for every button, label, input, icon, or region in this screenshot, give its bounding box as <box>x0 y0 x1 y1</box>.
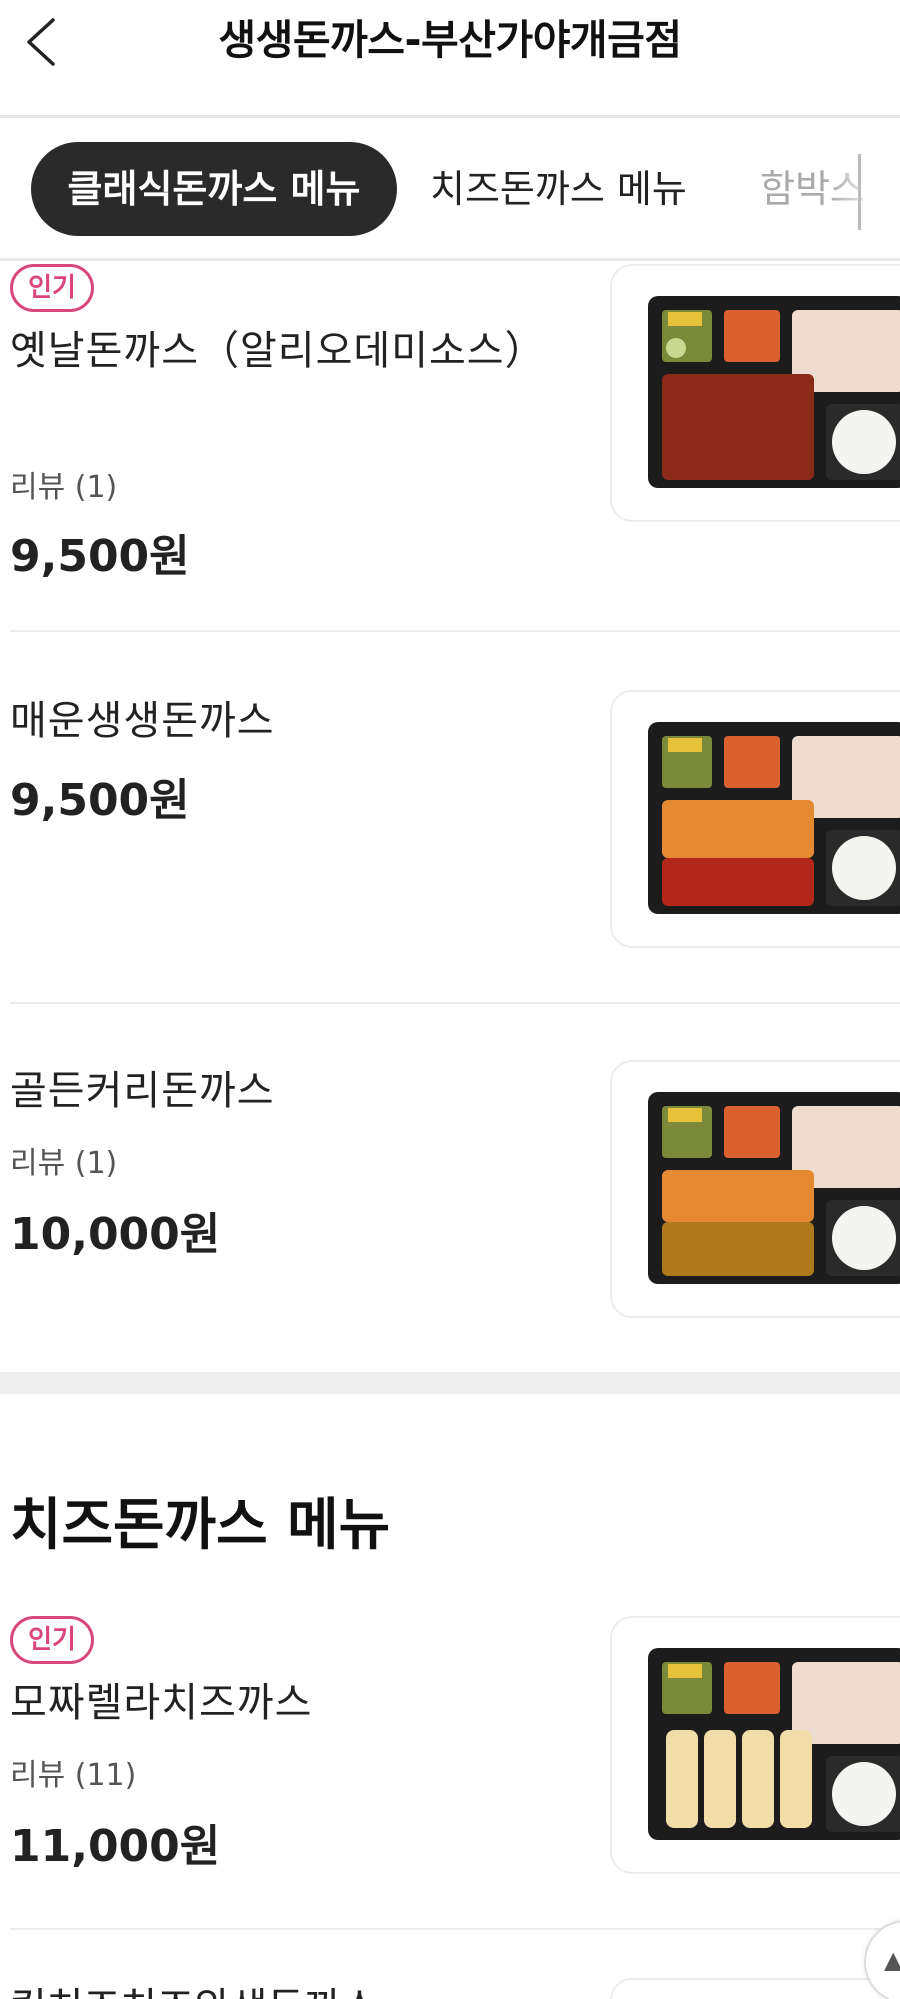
popular-badge: 인기 <box>10 1616 94 1664</box>
category-tabs: 클래식돈까스 메뉴 치즈돈까스 메뉴 함박스 <box>0 118 900 261</box>
tab-cheese[interactable]: 치즈돈까스 메뉴 <box>430 142 687 236</box>
chevron-left-icon <box>27 18 55 66</box>
item-name: 모짜렐라치즈까스 <box>10 1680 313 1726</box>
item-image <box>610 1060 900 1318</box>
item-price: 9,500원 <box>10 531 190 582</box>
item-divider <box>10 1928 900 1930</box>
popular-badge: 인기 <box>10 264 94 312</box>
item-price: 9,500원 <box>10 775 190 826</box>
item-name: 골든커리돈까스 <box>10 1068 275 1114</box>
tab-divider <box>858 154 861 230</box>
item-name: 옛날돈까스（알리오데미소스） <box>10 328 546 374</box>
header-bar: 생생돈까스-부산가야개금점 <box>0 0 900 118</box>
item-image <box>610 264 900 522</box>
tab-fade <box>830 118 900 258</box>
item-name: 매운생생돈까스 <box>10 698 275 744</box>
menu-item[interactable]: 골든커리돈까스 리뷰 (1) 10,000원 <box>0 1002 900 1372</box>
item-image <box>610 1616 900 1874</box>
section-separator <box>0 1372 900 1394</box>
menu-item[interactable]: 매운생생돈까스 9,500원 <box>0 632 900 1004</box>
page-title: 생생돈까스-부산가야개금점 <box>218 16 682 64</box>
back-button[interactable] <box>10 12 70 72</box>
section-title: 치즈돈까스 메뉴 <box>10 1493 391 1558</box>
menu-page: 생생돈까스-부산가야개금점 클래식돈까스 메뉴 치즈돈까스 메뉴 함박스 인기 … <box>0 0 900 1999</box>
item-review-link[interactable]: 리뷰 (1) <box>10 1138 117 1182</box>
item-image <box>610 690 900 948</box>
arrow-up-icon: ▲ <box>884 1946 900 1974</box>
menu-item[interactable]: 인기 모짜렐라치즈까스 리뷰 (11) 11,000원 <box>0 1610 900 1930</box>
item-price: 10,000원 <box>10 1209 221 1260</box>
tab-classic[interactable]: 클래식돈까스 메뉴 <box>31 142 397 236</box>
item-review-link[interactable]: 리뷰 (1) <box>10 462 117 506</box>
item-image <box>610 1978 900 1999</box>
menu-item[interactable]: 인기 옛날돈까스（알리오데미소스） 리뷰 (1) 9,500원 <box>0 262 900 632</box>
item-name: 킹치즈치즈와생돈까스 <box>10 1975 378 1999</box>
item-price: 11,000원 <box>10 1821 221 1872</box>
item-review-link[interactable]: 리뷰 (11) <box>10 1750 136 1794</box>
